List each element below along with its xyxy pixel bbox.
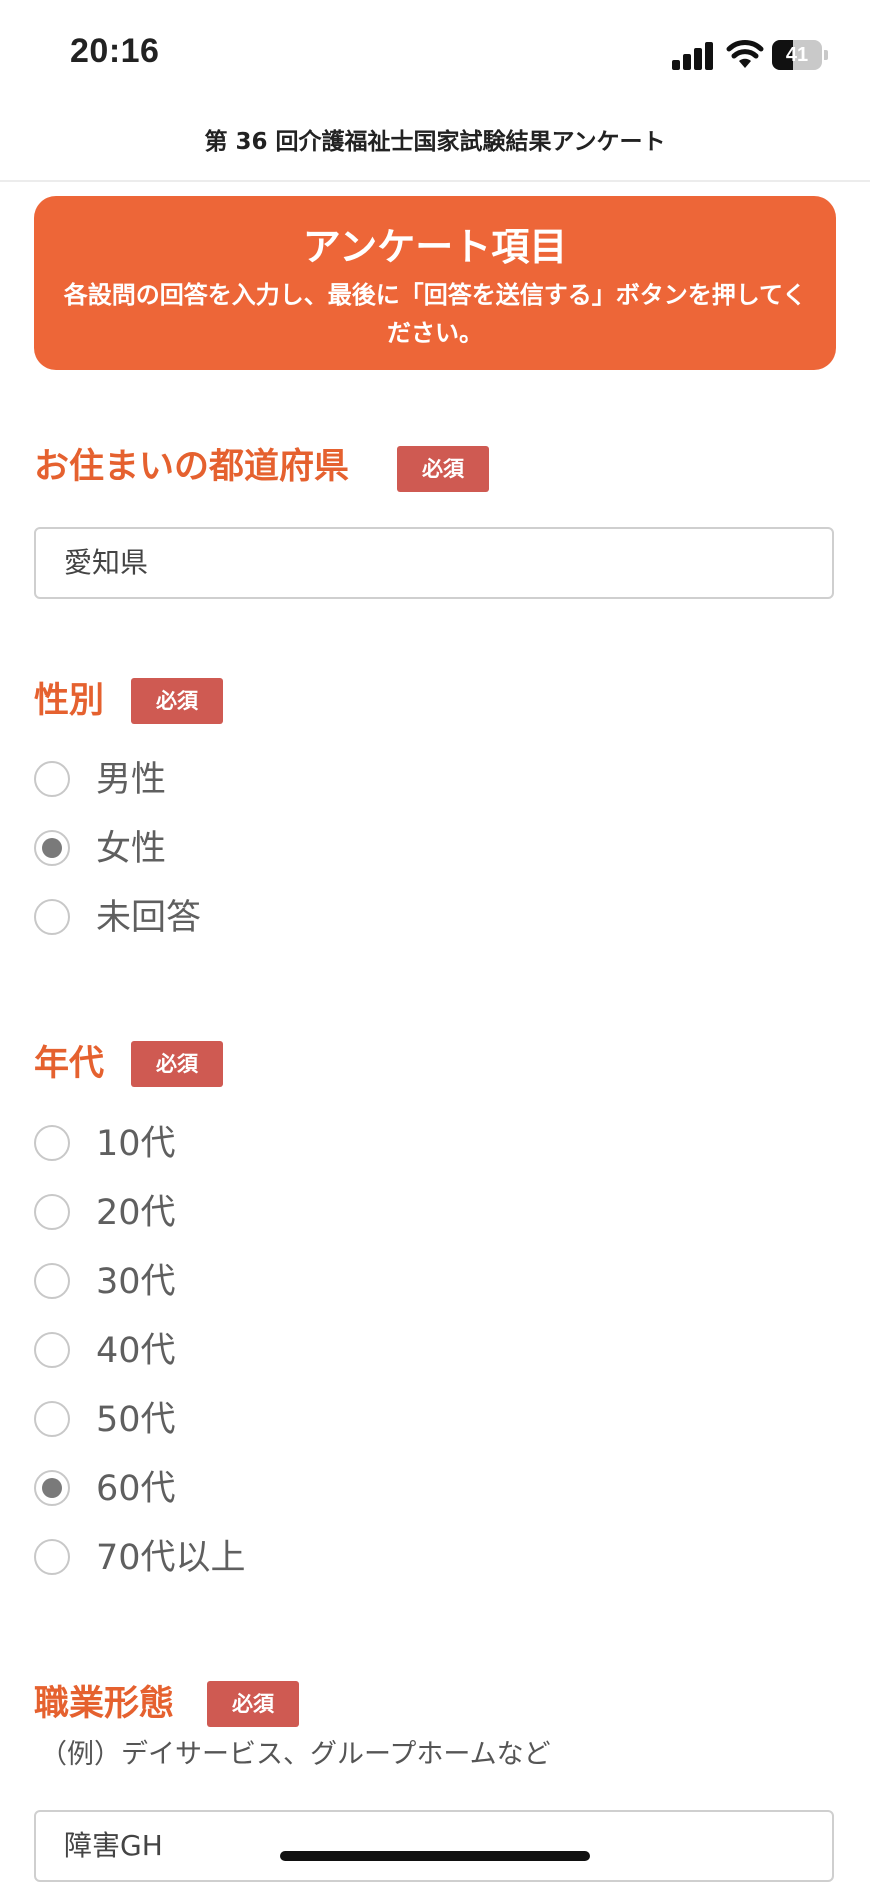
radio-button[interactable] (34, 1539, 70, 1575)
status-time: 20:16 (70, 32, 160, 70)
banner-instructions: 各設問の回答を入力し、最後に「回答を送信する」ボタンを押してください。 (63, 281, 807, 347)
age-option-60s[interactable]: 60代 (34, 1461, 534, 1517)
job-type-input[interactable]: 障害GH (34, 1810, 834, 1882)
gender-option-female[interactable]: 女性 (34, 821, 534, 877)
radio-label: 男性 (96, 760, 167, 800)
radio-button[interactable] (34, 1470, 70, 1506)
radio-label: 70代以上 (96, 1538, 246, 1578)
age-option-70s-plus[interactable]: 70代以上 (34, 1530, 534, 1586)
radio-button[interactable] (34, 830, 70, 866)
radio-label: 40代 (96, 1331, 176, 1371)
age-option-50s[interactable]: 50代 (34, 1392, 534, 1448)
required-badge: 必須 (131, 678, 223, 724)
prefecture-question-label: お住まいの都道府県 (34, 447, 350, 487)
survey-banner: アンケート項目 各設問の回答を入力し、最後に「回答を送信する」ボタンを押してくだ… (34, 196, 836, 370)
radio-button[interactable] (34, 761, 70, 797)
radio-label: 60代 (96, 1469, 176, 1509)
radio-label: 女性 (96, 829, 167, 869)
radio-label: 30代 (96, 1262, 176, 1302)
job-type-hint: （例）デイサービス、グループホームなど (40, 1739, 551, 1770)
age-option-40s[interactable]: 40代 (34, 1323, 534, 1379)
radio-button[interactable] (34, 1263, 70, 1299)
cellular-signal-icon (672, 40, 716, 70)
wifi-icon (726, 40, 764, 68)
gender-option-no-answer[interactable]: 未回答 (34, 890, 534, 946)
age-option-10s[interactable]: 10代 (34, 1116, 534, 1172)
battery-level: 41 (785, 44, 809, 66)
gender-question-label: 性別 (34, 681, 105, 721)
page-header: 第 36 回介護福祉士国家試験結果アンケート (0, 110, 870, 182)
radio-label: 未回答 (96, 898, 202, 938)
radio-button[interactable] (34, 1401, 70, 1437)
required-badge: 必須 (207, 1681, 299, 1727)
radio-label: 10代 (96, 1124, 176, 1164)
radio-label: 20代 (96, 1193, 176, 1233)
gender-option-male[interactable]: 男性 (34, 752, 534, 808)
page-title: 第 36 回介護福祉士国家試験結果アンケート (204, 129, 666, 155)
age-option-30s[interactable]: 30代 (34, 1254, 534, 1310)
required-badge: 必須 (397, 446, 489, 492)
banner-title: アンケート項目 (302, 225, 568, 269)
radio-button[interactable] (34, 899, 70, 935)
home-indicator[interactable] (280, 1851, 590, 1861)
age-question-label: 年代 (34, 1044, 105, 1084)
radio-button[interactable] (34, 1194, 70, 1230)
radio-button[interactable] (34, 1332, 70, 1368)
required-badge: 必須 (131, 1041, 223, 1087)
prefecture-input[interactable]: 愛知県 (34, 527, 834, 599)
job-type-question-label: 職業形態 (34, 1684, 175, 1724)
age-option-20s[interactable]: 20代 (34, 1185, 534, 1241)
battery-icon: 41 (772, 40, 828, 70)
radio-button[interactable] (34, 1125, 70, 1161)
radio-label: 50代 (96, 1400, 176, 1440)
status-bar: 20:16 41 (0, 0, 870, 110)
